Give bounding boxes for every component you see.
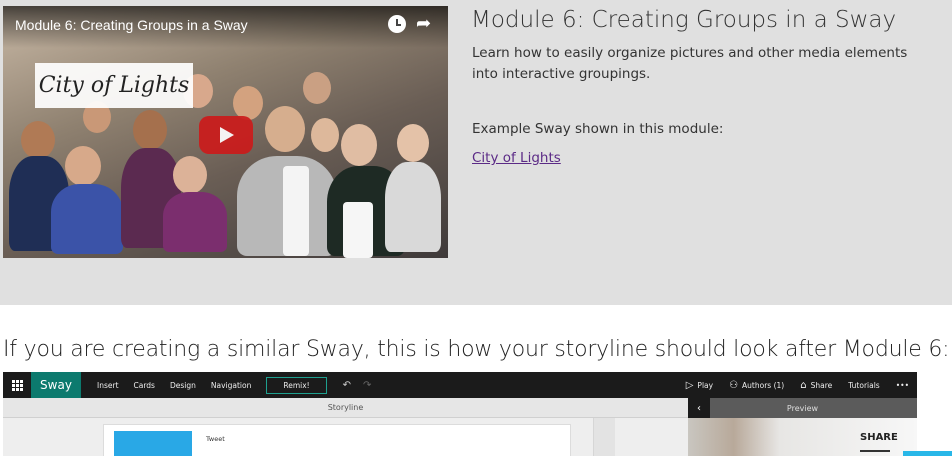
- photo-figure: [133, 110, 167, 150]
- share-button[interactable]: ⌂ Share: [800, 380, 832, 391]
- video-overlay-label: City of Lights: [35, 63, 193, 108]
- authors-label: Authors (1): [742, 380, 785, 390]
- photo-figure: [233, 86, 263, 120]
- example-sway-link[interactable]: City of Lights: [472, 150, 561, 166]
- example-label: Example Sway shown in this module:: [472, 121, 724, 137]
- share-arrow-icon[interactable]: ➦: [416, 15, 434, 33]
- preview-header: Preview: [688, 398, 917, 418]
- app-launcher-icon[interactable]: [3, 372, 31, 398]
- menu-design[interactable]: Design: [170, 381, 196, 390]
- preview-divider: [860, 450, 890, 452]
- video-player[interactable]: Module 6: Creating Groups in a Sway ➦ Ci…: [3, 6, 448, 258]
- photo-figure: [311, 118, 339, 152]
- photo-figure: [173, 156, 207, 194]
- preview-pane: SHARE: [688, 418, 917, 456]
- preview-share-heading: SHARE: [860, 432, 898, 443]
- menu-insert[interactable]: Insert: [97, 381, 119, 390]
- more-options-icon[interactable]: •••: [896, 381, 909, 390]
- share-icon: ⌂: [800, 379, 807, 391]
- photo-figure: [163, 192, 227, 252]
- microscope: [283, 166, 309, 256]
- storyline-canvas: Tweet: [3, 418, 688, 456]
- sway-menu: Insert Cards Design Navigation: [97, 381, 266, 390]
- redo-icon[interactable]: ↷: [363, 380, 371, 391]
- photo-figure: [303, 72, 331, 104]
- photo-figure: [265, 106, 305, 152]
- video-controls: ➦: [388, 15, 434, 33]
- photo-figure: [341, 124, 377, 166]
- authors-icon: ⚇: [729, 379, 739, 391]
- menu-cards[interactable]: Cards: [134, 381, 155, 390]
- card-thumbnail: [114, 431, 192, 456]
- sway-right-menu: ▷ Play ⚇ Authors (1) ⌂ Share Tutorials •••: [674, 372, 909, 398]
- share-label: Share: [810, 380, 833, 390]
- photo-figure: [397, 124, 429, 162]
- microscope: [343, 202, 373, 258]
- chevron-left-icon[interactable]: ‹: [688, 398, 710, 418]
- storyline-heading: If you are creating a similar Sway, this…: [3, 337, 950, 362]
- storyline-card[interactable]: Tweet: [103, 424, 571, 456]
- video-title[interactable]: Module 6: Creating Groups in a Sway: [15, 17, 248, 33]
- play-button[interactable]: ▷ Play: [686, 380, 713, 391]
- photo-figure: [65, 146, 101, 186]
- undo-icon[interactable]: ↶: [343, 380, 351, 391]
- card-label: Tweet: [206, 435, 225, 443]
- preview-accent-block: [903, 451, 952, 456]
- tutorials-button[interactable]: Tutorials: [848, 381, 879, 390]
- photo-figure: [51, 184, 123, 254]
- play-label: Play: [697, 380, 714, 390]
- storyline-scrollbar[interactable]: [593, 418, 615, 456]
- storyline-header: Storyline: [3, 398, 688, 418]
- module-description: Learn how to easily organize pictures an…: [472, 45, 908, 82]
- menu-navigation[interactable]: Navigation: [211, 381, 251, 390]
- sway-app-screenshot: Sway Insert Cards Design Navigation Remi…: [3, 372, 917, 456]
- clock-icon[interactable]: [388, 15, 406, 33]
- sway-toolbar: Sway Insert Cards Design Navigation Remi…: [3, 372, 917, 398]
- sway-brand[interactable]: Sway: [31, 372, 81, 398]
- photo-figure: [21, 121, 55, 159]
- remix-button[interactable]: Remix!: [266, 376, 327, 394]
- authors-button[interactable]: ⚇ Authors (1): [729, 380, 784, 391]
- play-icon: ▷: [685, 379, 694, 391]
- photo-figure: [385, 162, 441, 252]
- module-title: Module 6: Creating Groups in a Sway: [471, 7, 897, 33]
- play-icon[interactable]: [199, 116, 253, 154]
